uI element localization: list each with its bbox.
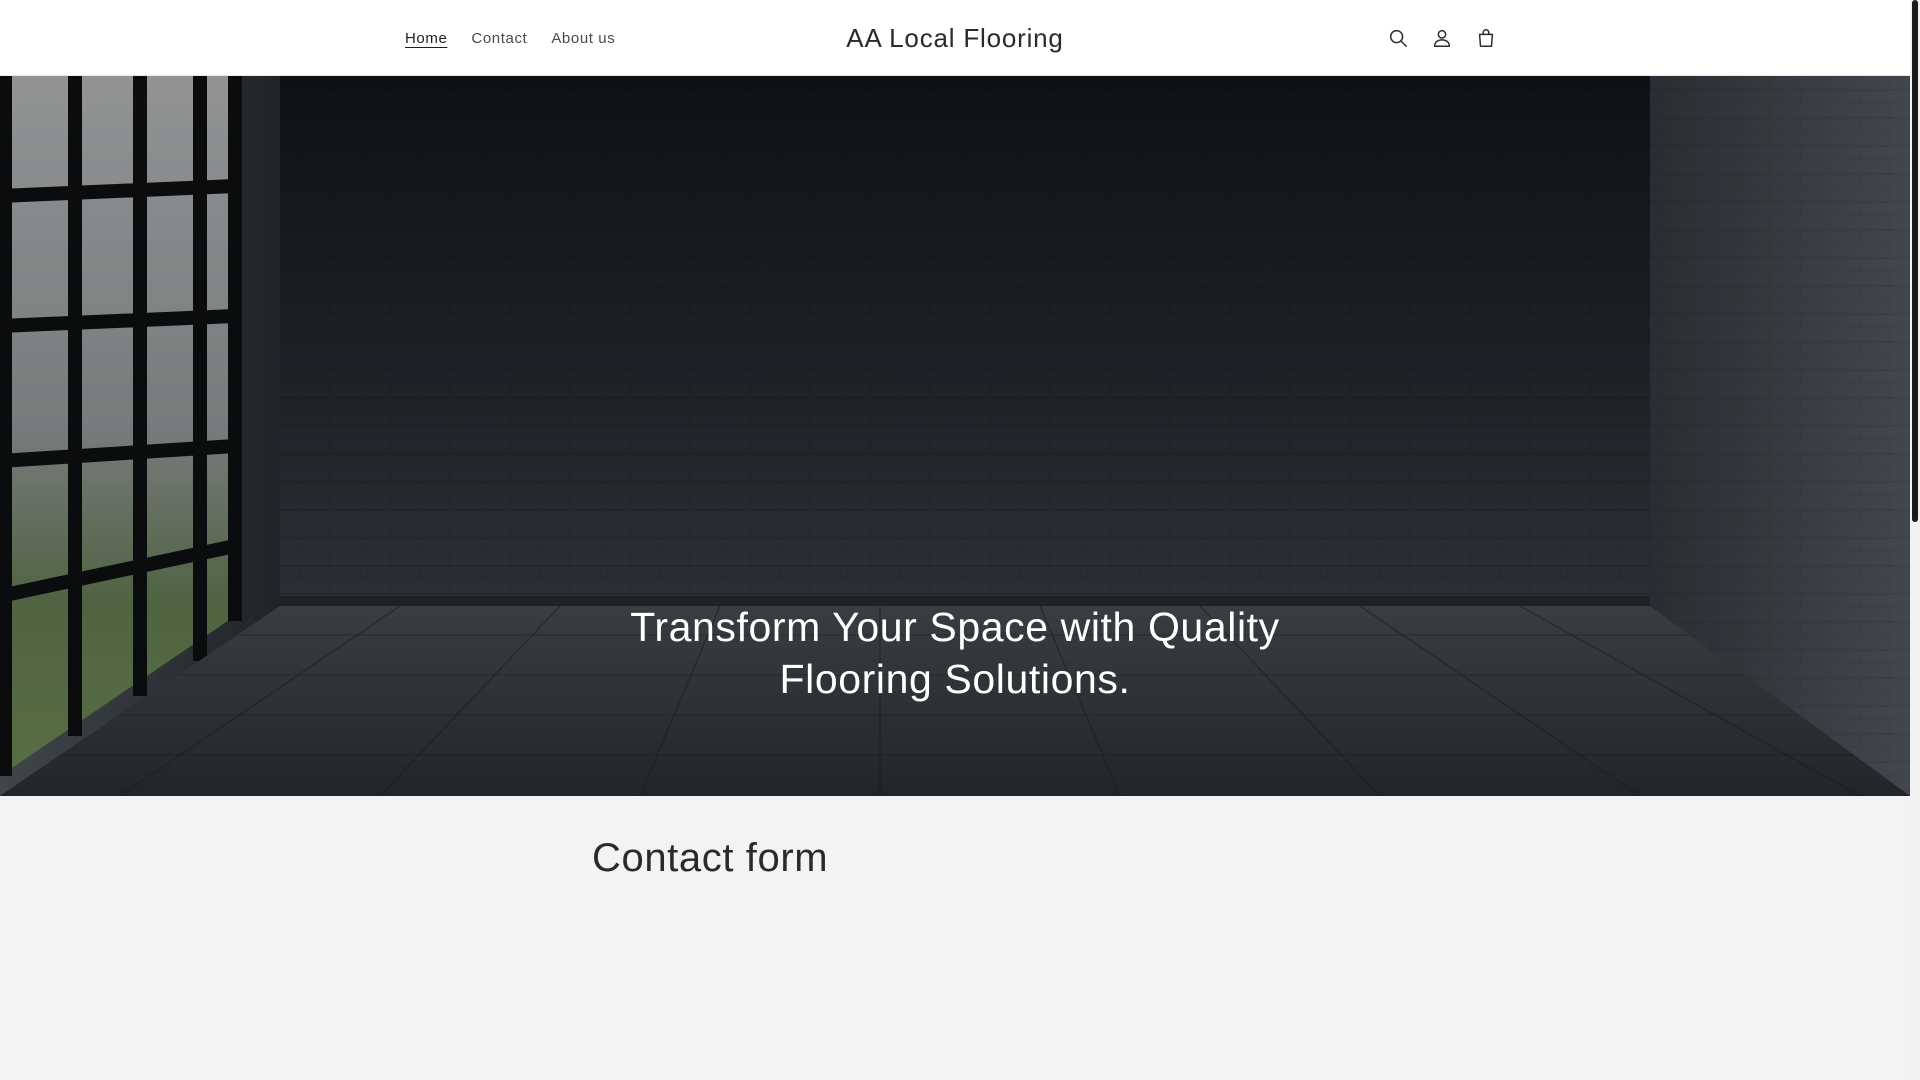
- nav-link-contact[interactable]: Contact: [459, 22, 539, 55]
- site-logo[interactable]: AA Local Flooring: [846, 23, 1063, 54]
- page-content: Home Contact About us AA Local Flooring: [0, 0, 1910, 1080]
- account-icon[interactable]: [1420, 16, 1464, 60]
- site-header: Home Contact About us AA Local Flooring: [0, 0, 1910, 76]
- contact-form-title: Contact form: [592, 836, 829, 880]
- hero-banner: Transform Your Space with Quality Floori…: [0, 76, 1910, 796]
- browser-viewport: Home Contact About us AA Local Flooring: [0, 0, 1920, 1080]
- cart-icon[interactable]: [1464, 16, 1508, 60]
- nav-link-home[interactable]: Home: [393, 22, 459, 55]
- nav-link-about-us[interactable]: About us: [539, 22, 627, 55]
- contact-section: Contact form: [0, 796, 1910, 1080]
- scrollbar-thumb[interactable]: [1912, 0, 1918, 522]
- main-nav: Home Contact About us: [393, 0, 627, 76]
- search-icon[interactable]: [1376, 16, 1420, 60]
- header-icons: [1376, 16, 1508, 60]
- hero-title: Transform Your Space with Quality Floori…: [630, 604, 1280, 702]
- vertical-scrollbar[interactable]: [1910, 0, 1920, 1080]
- logo-container: AA Local Flooring: [0, 0, 1910, 76]
